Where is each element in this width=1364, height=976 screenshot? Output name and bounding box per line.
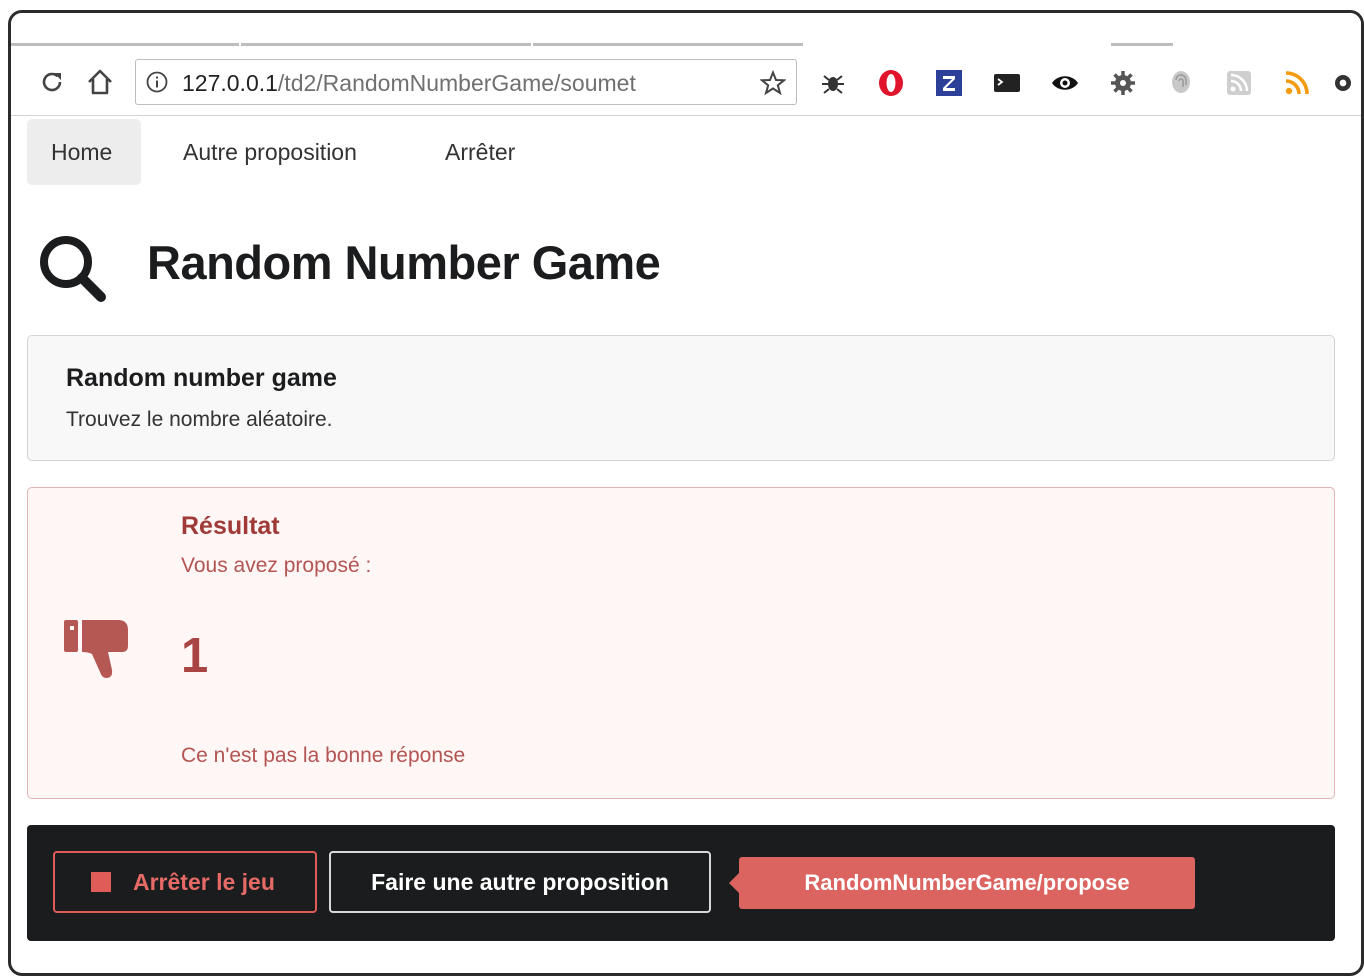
url-text[interactable]: 127.0.0.1/td2/RandomNumberGame/soumet [182, 70, 636, 97]
result-title: Résultat [181, 512, 280, 540]
stop-game-label: Arrêter le jeu [133, 868, 275, 895]
eye-icon[interactable] [1049, 67, 1081, 99]
info-message: Random number game Trouvez le nombre alé… [27, 335, 1335, 461]
menu-item-autre-proposition[interactable]: Autre proposition [159, 119, 381, 185]
thumbs-down-icon [62, 612, 134, 684]
info-message-title: Random number game [66, 364, 337, 392]
reload-icon[interactable] [35, 65, 69, 99]
opera-icon[interactable] [875, 67, 907, 99]
tab-strip [11, 13, 1361, 49]
info-icon[interactable] [146, 71, 168, 93]
gear-icon[interactable] [1107, 67, 1139, 99]
result-footer: Ce n'est pas la bonne réponse [181, 744, 466, 767]
home-icon[interactable] [83, 65, 117, 99]
stop-icon [91, 872, 111, 892]
url-host: 127.0.0.1 [182, 70, 278, 96]
result-message: Résultat Vous avez proposé : 1 Ce n'est … [27, 487, 1335, 799]
address-bar[interactable]: 127.0.0.1/td2/RandomNumberGame/soumet [135, 59, 797, 105]
tab-edge [11, 43, 239, 46]
other-proposal-button[interactable]: Faire une autre proposition [329, 851, 711, 913]
url-path: /td2/RandomNumberGame/soumet [277, 70, 636, 96]
chrome-icon[interactable] [1333, 67, 1353, 99]
info-message-text: Trouvez le nombre aléatoire. [66, 408, 333, 431]
stop-game-button[interactable]: Arrêter le jeu [53, 851, 317, 913]
tab-edge [241, 43, 531, 46]
tab-edge [1111, 43, 1173, 46]
rss-gray-icon[interactable] [1223, 67, 1255, 99]
tab-edge [533, 43, 803, 46]
zotero-icon[interactable] [933, 67, 965, 99]
terminal-icon[interactable] [991, 67, 1023, 99]
menu-item-home[interactable]: Home [27, 119, 141, 185]
bug-icon[interactable] [817, 67, 849, 99]
fingerprint-icon[interactable] [1165, 67, 1197, 99]
result-subtitle: Vous avez proposé : [181, 554, 372, 577]
tag-pointer [729, 873, 739, 893]
proposed-number: 1 [181, 629, 209, 683]
search-icon [35, 231, 109, 305]
browser-toolbar: 127.0.0.1/td2/RandomNumberGame/soumet [11, 49, 1361, 116]
browser-window: 127.0.0.1/td2/RandomNumberGame/soumet Ho… [8, 10, 1364, 976]
route-tag[interactable]: RandomNumberGame/propose [729, 857, 1195, 909]
bookmark-star-icon[interactable] [759, 69, 787, 96]
route-tag-label: RandomNumberGame/propose [804, 870, 1130, 895]
rss-icon[interactable] [1281, 67, 1313, 99]
menu-item-arreter[interactable]: Arrêter [421, 119, 539, 185]
action-bar: Arrêter le jeu Faire une autre propositi… [27, 825, 1335, 941]
page-title: Random Number Game [147, 236, 661, 289]
other-proposal-label: Faire une autre proposition [371, 868, 669, 895]
